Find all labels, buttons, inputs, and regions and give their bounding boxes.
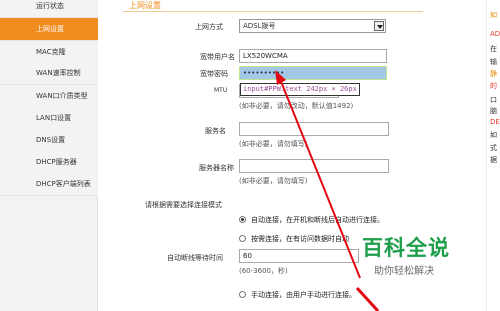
sidebar-item-mac-clone[interactable]: MAC克隆 <box>0 41 98 64</box>
password-input[interactable]: •••••••••• <box>239 66 387 80</box>
sidebar-item-wan-media[interactable]: WAN口介质类型 <box>0 85 98 108</box>
mtu-label: MTU <box>214 87 228 94</box>
sidebar-item-internet-settings[interactable]: 上网设置 <box>0 18 98 41</box>
sidebar-item-lan[interactable]: LAN口设置 <box>0 107 98 130</box>
service-name-label: 服务名 <box>205 127 226 135</box>
tooltip-element-tag: input#PPW.text <box>243 85 303 93</box>
server-name-label: 服务器名称 <box>199 164 234 172</box>
server-name-hint: (如非必要，请勿填写) <box>239 177 308 185</box>
help-line: 口 <box>490 96 497 104</box>
on-demand-label: 按需连接，在有访问数据时自动 <box>251 235 349 243</box>
idle-timeout-hint: (60-3600，秒) <box>239 267 288 275</box>
help-line: 静 <box>490 70 497 78</box>
sidebar-item-dhcp-clients[interactable]: DHCP客户端列表 <box>0 173 98 196</box>
server-name-input[interactable] <box>239 159 389 173</box>
on-demand-radio[interactable] <box>239 235 246 242</box>
help-line: 脑 <box>490 107 497 115</box>
connection-mode-prompt: 请根据需要选择连接模式 <box>145 201 222 209</box>
sidebar-nav: 运行状态 上网设置 MAC克隆 WAN速率控制 WAN口介质类型 LAN口设置 … <box>0 0 98 311</box>
help-line: DE <box>490 118 500 126</box>
help-line: 如 <box>490 11 497 19</box>
page-title: 上网设置 <box>129 1 161 10</box>
help-line: 的 <box>490 82 497 90</box>
tooltip-dimensions: 242px × 26px <box>306 85 357 93</box>
watermark: 百科全说 助你轻松解决 <box>354 232 474 284</box>
service-name-hint: (如非必要，请勿填写) <box>239 140 308 148</box>
manual-connect-radio[interactable] <box>239 291 246 298</box>
help-line: 在 <box>490 45 497 53</box>
connection-type-select[interactable]: ADSL拨号 <box>239 19 386 33</box>
help-line: AD <box>490 30 500 38</box>
sidebar-item-status[interactable]: 运行状态 <box>0 0 98 18</box>
service-name-input[interactable] <box>239 122 389 136</box>
help-line: 如 <box>490 131 497 139</box>
help-line: 输 <box>490 58 497 66</box>
mtu-hint: (如非必要，请勿改动，默认值1492) <box>239 102 354 110</box>
username-label: 宽带用户名 <box>200 53 235 61</box>
username-input[interactable]: LX520WCMA <box>239 49 387 63</box>
title-divider <box>123 11 423 12</box>
help-line: 式 <box>490 144 497 152</box>
manual-connect-label: 手动连接，由用户手动进行连接。 <box>251 291 356 299</box>
idle-timeout-input[interactable]: 60 <box>239 249 359 263</box>
sidebar-item-wan-rate[interactable]: WAN速率控制 <box>0 62 98 85</box>
watermark-logo: 百科全说 <box>362 236 450 260</box>
idle-timeout-label: 自动断线等待时间 <box>167 254 223 262</box>
help-line: 据 <box>490 156 497 164</box>
help-panel: 如 AD 在 输 静 的 口 脑 DE 如 式 据 <box>486 0 500 311</box>
sidebar-item-dhcp-server[interactable]: DHCP服务器 <box>0 151 98 174</box>
connection-type-value: ADSL拨号 <box>243 22 276 30</box>
password-label: 宽带密码 <box>200 70 228 78</box>
sidebar-item-dns[interactable]: DNS设置 <box>0 129 98 152</box>
auto-connect-radio[interactable] <box>239 216 246 223</box>
watermark-slogan: 助你轻松解决 <box>374 266 434 277</box>
auto-connect-label: 自动连接，在开机和断线后自动进行连接。 <box>251 216 384 224</box>
inspector-tooltip: input#PPW.text 242px × 26px <box>240 83 360 96</box>
chevron-down-icon[interactable] <box>374 21 384 31</box>
connection-type-label: 上网方式 <box>195 23 223 31</box>
